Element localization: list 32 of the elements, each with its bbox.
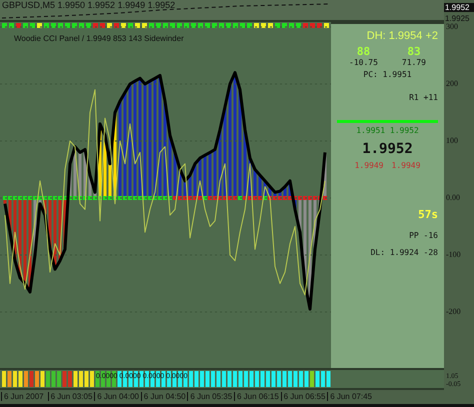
pivot-text: PP -16 (408, 231, 438, 240)
axis-label: 200 (446, 79, 458, 88)
axis-label: -200 (446, 307, 461, 316)
time-label: 6 Jun 2007 (1, 392, 44, 401)
indicator-label: Woodie CCI Panel / 1.9949 853 143 Sidewinder (14, 34, 184, 43)
time-label: 6 Jun 05:35 (187, 392, 232, 401)
time-label: 6 Jun 04:00 (94, 392, 139, 401)
timer-text: 57s (417, 208, 438, 221)
price-label: 1.9952 (444, 3, 474, 12)
time-label: 6 Jun 04:50 (140, 392, 186, 401)
axis-label: 0.00 (446, 193, 460, 202)
axis-label: 300 (446, 22, 458, 31)
faded-prices: 1.9951 1.9952 (355, 126, 420, 135)
chart-title: GBPUSD,M5 1.9950 1.9952 1.9949 1.9952 (2, 0, 176, 10)
reading-value: 83 (407, 45, 421, 58)
day-low-text: DL: 1.9924 -28 (370, 248, 438, 257)
reading-change: -10.75 (349, 58, 378, 67)
reading-value: 88 (356, 45, 370, 58)
r1-text: R1 +11 (408, 93, 438, 102)
previous-close-text: PC: 1.9951 (362, 70, 413, 79)
axis-label: 100 (446, 136, 458, 145)
time-label: 6 Jun 07:45 (327, 392, 372, 401)
day-high-text: DH: 1.9954 +2 (366, 30, 438, 42)
quote-price: 1.9949 (392, 161, 420, 170)
time-label: 6 Jun 06:15 (234, 392, 279, 401)
quote-price: 1.9949 (354, 161, 384, 170)
price-label: 1.9925 (444, 14, 470, 23)
axis-label: -100 (446, 250, 461, 259)
reading-change: 71.79 (402, 58, 426, 67)
time-label: 6 Jun 06:55 (280, 392, 326, 401)
time-label: 6 Jun 03:05 (48, 392, 92, 401)
price-text: 1.9952 (361, 141, 414, 157)
